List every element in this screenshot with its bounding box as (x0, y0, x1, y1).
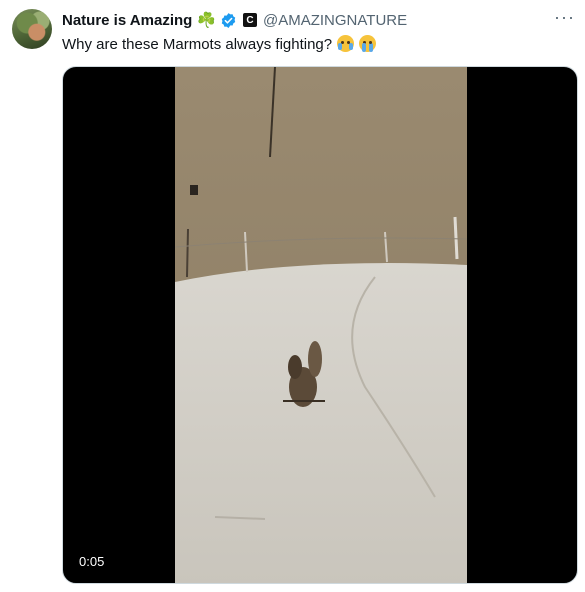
tweet-text: Why are these Marmots always fighting? (62, 35, 377, 53)
affiliate-badge-icon[interactable]: C (243, 13, 257, 27)
video-frame[interactable] (175, 67, 467, 583)
tweet-header: Nature is Amazing ☘️ C @AMAZINGNATURE (62, 10, 407, 30)
user-handle[interactable]: @AMAZINGNATURE (263, 12, 407, 29)
display-name[interactable]: Nature is Amazing (62, 12, 192, 29)
verified-badge-icon[interactable] (220, 12, 237, 29)
face-with-tears-of-joy-icon (337, 35, 355, 52)
video-player[interactable]: 0:05 (62, 66, 578, 584)
loudly-crying-face-icon (359, 35, 377, 52)
user-avatar[interactable] (12, 9, 52, 49)
video-timestamp: 0:05 (75, 552, 109, 571)
tweet-text-content: Why are these Marmots always fighting? (62, 36, 333, 53)
shamrock-emoji: ☘️ (197, 12, 216, 29)
more-options-icon[interactable]: ··· (554, 8, 575, 26)
